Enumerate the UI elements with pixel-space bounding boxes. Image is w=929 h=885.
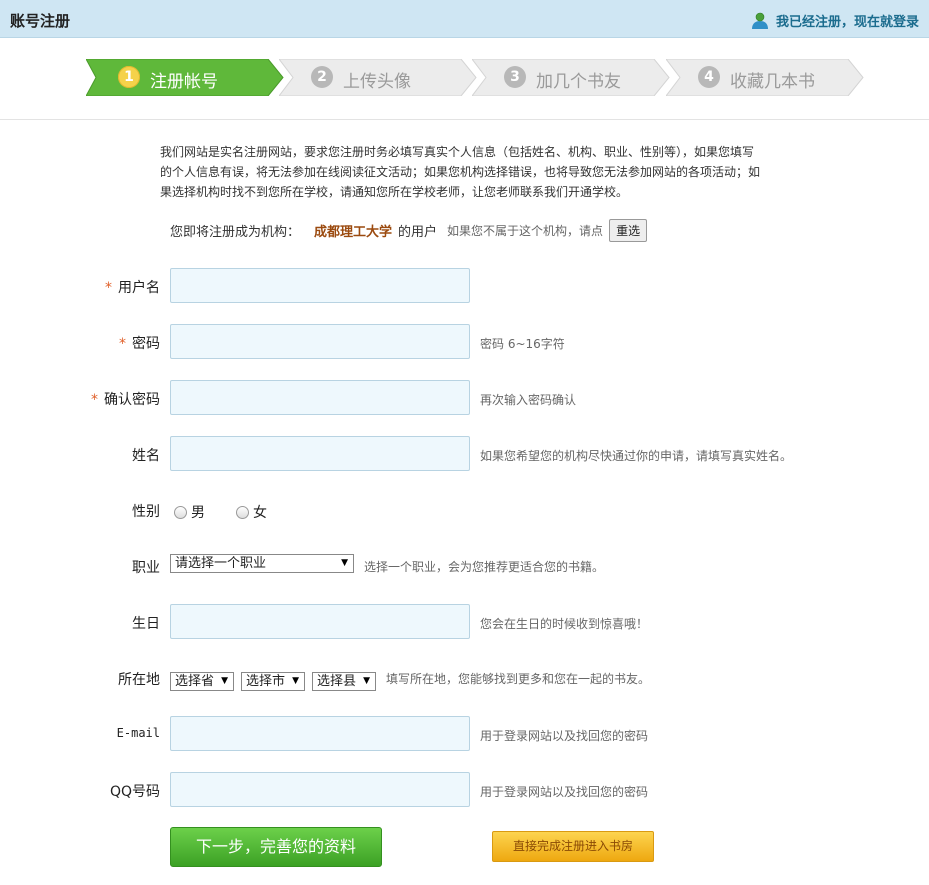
gender-male-label: 男 xyxy=(191,505,205,521)
job-tip: 选择一个职业，会为您推荐更适合您的书籍。 xyxy=(364,560,605,574)
email-input[interactable] xyxy=(170,716,470,751)
email-row: E-mail 用于登录网站以及找回您的密码 xyxy=(0,716,929,752)
birthday-input[interactable] xyxy=(170,604,470,639)
email-tip: 用于登录网站以及找回您的密码 xyxy=(480,729,649,743)
city-select-value: 选择市 xyxy=(246,674,286,689)
province-select[interactable]: 选择省 ▼ xyxy=(170,672,234,691)
password-tip: 密码 6~16字符 xyxy=(480,337,565,351)
step-2: 2 上传头像 xyxy=(279,59,477,96)
name-row: 姓名 如果您希望您的机构尽快通过你的申请，请填写真实姓名。 xyxy=(0,436,929,472)
username-label-text: 用户名 xyxy=(118,280,160,296)
dropdown-arrow-icon: ▼ xyxy=(341,558,348,568)
job-select-value: 请选择一个职业 xyxy=(175,556,267,571)
birthday-tip: 您会在生日的时候收到惊喜哦！ xyxy=(480,617,649,631)
dropdown-arrow-icon: ▼ xyxy=(221,676,228,686)
birthday-label: 生日 xyxy=(132,616,160,632)
password-input[interactable] xyxy=(170,324,470,359)
page-title: 账号注册 xyxy=(10,12,71,30)
step-3: 3 加几个书友 xyxy=(472,59,670,96)
step-label: 收藏几本书 xyxy=(730,72,815,92)
job-select[interactable]: 请选择一个职业 ▼ xyxy=(170,554,354,573)
step-number: 2 xyxy=(311,66,333,88)
finish-registration-button[interactable]: 直接完成注册进入书房 xyxy=(492,831,654,862)
name-input[interactable] xyxy=(170,436,470,471)
gender-male-radio[interactable]: 男 xyxy=(174,502,205,522)
step-number: 1 xyxy=(118,66,140,88)
required-mark: * xyxy=(105,280,112,296)
job-label: 职业 xyxy=(132,560,160,576)
location-row: 所在地 选择省 ▼ 选择市 ▼ 选择县 ▼ 填写所在地，您能够找到更多和您在一起… xyxy=(0,660,929,696)
location-label: 所在地 xyxy=(118,672,160,688)
job-row: 职业 请选择一个职业 ▼ 选择一个职业，会为您推荐更适合您的书籍。 xyxy=(0,548,929,584)
step-label: 上传头像 xyxy=(343,72,411,92)
radio-dot[interactable] xyxy=(174,505,187,519)
province-select-value: 选择省 xyxy=(175,674,215,689)
qq-input[interactable] xyxy=(170,772,470,807)
confirm-password-label: * 确认密码 xyxy=(91,389,160,409)
password-label-text: 密码 xyxy=(132,336,160,352)
qq-row: QQ号码 用于登录网站以及找回您的密码 xyxy=(0,772,929,808)
confirm-password-tip: 再次输入密码确认 xyxy=(480,393,577,407)
name-label: 姓名 xyxy=(132,448,160,464)
qq-tip: 用于登录网站以及找回您的密码 xyxy=(480,785,649,799)
confirm-password-row: * 确认密码 再次输入密码确认 xyxy=(0,380,929,416)
org-notice: 您即将注册成为机构： 成都理工大学 的用户 如果您不属于这个机构，请点 重选 xyxy=(170,219,648,242)
dropdown-arrow-icon: ▼ xyxy=(292,676,299,686)
dropdown-arrow-icon: ▼ xyxy=(363,676,370,686)
required-mark: * xyxy=(119,336,126,352)
gender-female-label: 女 xyxy=(253,505,267,521)
org-name: 成都理工大学 xyxy=(314,225,393,240)
gender-row: 性别 男 女 xyxy=(0,492,929,528)
step-label: 加几个书友 xyxy=(536,72,621,92)
username-input[interactable] xyxy=(170,268,470,303)
password-label: * 密码 xyxy=(119,333,160,353)
registration-steps: 1 注册帐号 2 上传头像 3 加几个书友 4 收藏几本书 xyxy=(86,59,866,96)
confirm-password-input[interactable] xyxy=(170,380,470,415)
divider xyxy=(0,119,929,120)
required-mark: * xyxy=(91,392,98,408)
step-1: 1 注册帐号 xyxy=(86,59,284,96)
header-bar: 账号注册 我已经注册，现在就登录 xyxy=(0,0,929,38)
qq-label: QQ号码 xyxy=(109,784,160,800)
location-tip: 填写所在地，您能够找到更多和您在一起的书友。 xyxy=(386,672,651,686)
email-label: E-mail xyxy=(116,726,160,740)
org-suffix: 的用户 xyxy=(398,225,438,240)
county-select-value: 选择县 xyxy=(317,674,357,689)
step-number: 4 xyxy=(698,66,720,88)
county-select[interactable]: 选择县 ▼ xyxy=(312,672,376,691)
gender-female-radio[interactable]: 女 xyxy=(236,502,267,522)
step-4: 4 收藏几本书 xyxy=(666,59,864,96)
intro-text: 我们网站是实名注册网站，要求您注册时务必填写真实个人信息（包括姓名、机构、职业、… xyxy=(160,142,770,202)
intro-line: 果选择机构时找不到您所在学校，请通知您所在学校老师，让您老师联系我们开通学校。 xyxy=(160,185,629,199)
confirm-password-label-text: 确认密码 xyxy=(104,392,160,408)
username-row: * 用户名 xyxy=(0,268,929,304)
login-link[interactable]: 我已经注册，现在就登录 xyxy=(750,11,919,30)
gender-label: 性别 xyxy=(132,504,160,520)
name-tip: 如果您希望您的机构尽快通过你的申请，请填写真实姓名。 xyxy=(480,449,793,463)
org-prefix: 您即将注册成为机构： xyxy=(170,225,301,240)
city-select[interactable]: 选择市 ▼ xyxy=(241,672,305,691)
radio-dot[interactable] xyxy=(236,505,249,519)
username-label: * 用户名 xyxy=(105,277,160,297)
next-step-button[interactable]: 下一步，完善您的资料 xyxy=(170,827,382,867)
step-label: 注册帐号 xyxy=(150,72,218,92)
user-icon xyxy=(751,12,768,29)
org-hint: 如果您不属于这个机构，请点 xyxy=(447,224,604,238)
birthday-row: 生日 您会在生日的时候收到惊喜哦！ xyxy=(0,604,929,640)
reselect-button[interactable]: 重选 xyxy=(609,219,648,242)
step-number: 3 xyxy=(504,66,526,88)
login-link-label: 我已经注册，现在就登录 xyxy=(775,15,919,30)
intro-line: 我们网站是实名注册网站，要求您注册时务必填写真实个人信息（包括姓名、机构、职业、… xyxy=(160,145,755,159)
intro-line: 的个人信息有误，将无法参加在线阅读征文活动；如果您机构选择错误，也将导致您无法参… xyxy=(160,165,761,179)
password-row: * 密码 密码 6~16字符 xyxy=(0,324,929,360)
